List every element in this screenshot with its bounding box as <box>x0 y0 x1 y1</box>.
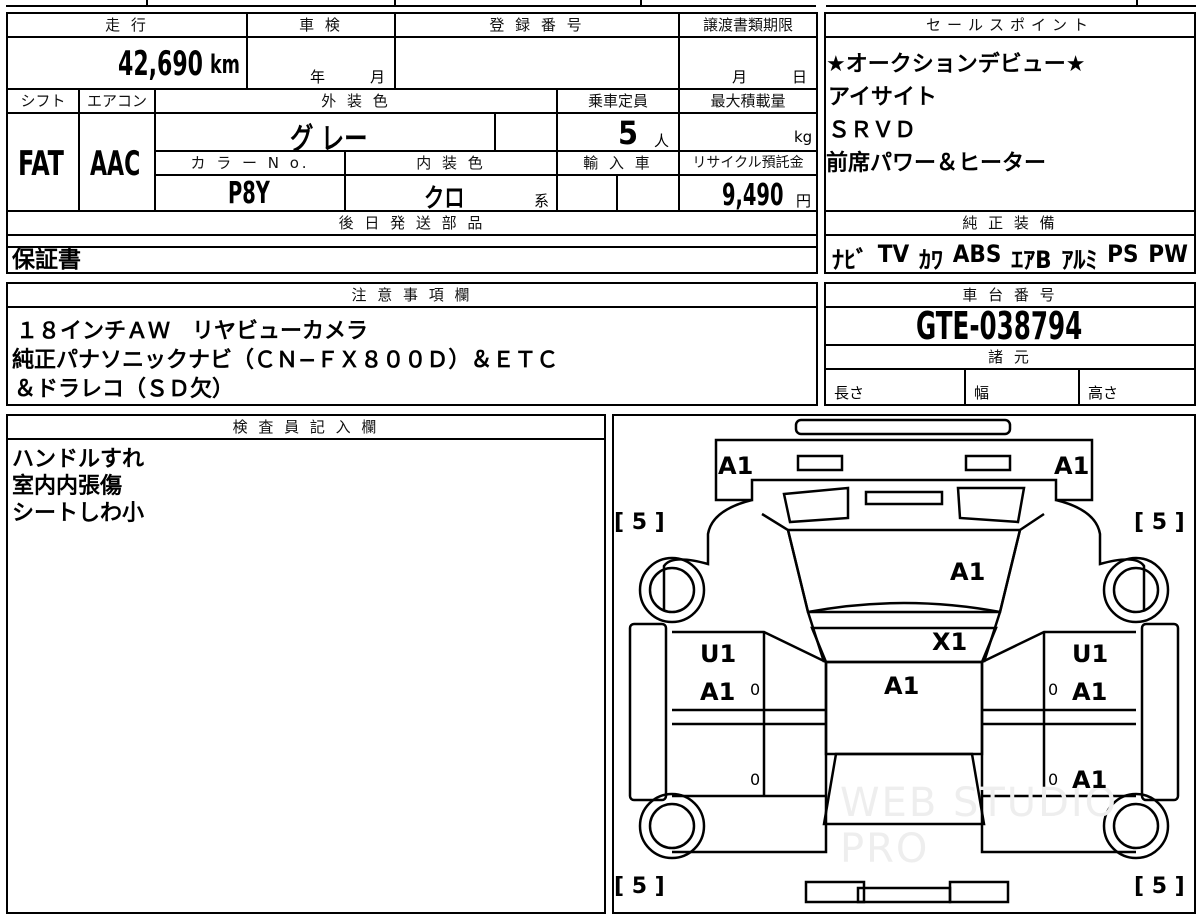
inspection-month-unit: 月 <box>370 68 386 86</box>
sales-point-item: アイサイト <box>828 85 937 110</box>
inspector-label: 検 査 員 記 入 欄 <box>232 418 380 436</box>
shift-label: シフト <box>20 92 66 110</box>
transfer-deadline-label: 譲渡書類期限 <box>702 16 793 34</box>
interior-color-value: クロ <box>424 184 465 214</box>
top-tick <box>394 0 396 7</box>
chassis-label: 車 台 番 号 <box>962 286 1058 304</box>
zero-mark: 0 <box>750 770 761 789</box>
mileage-unit: km <box>210 50 240 80</box>
inspection-year-unit: 年 <box>310 68 326 86</box>
capacity-unit: 人 <box>654 132 670 150</box>
top-rule-right <box>826 5 1196 7</box>
notes-line: ＆ドラレコ（ＳＤ欠） <box>14 377 235 402</box>
aircon-label: エアコン <box>86 92 147 110</box>
damage-mark-left-door: U1 <box>700 640 737 668</box>
grid-line <box>1078 368 1080 406</box>
damage-mark-windshield: X1 <box>932 628 968 656</box>
grid-line <box>824 36 1196 38</box>
grid-line <box>824 368 1196 370</box>
registration-label: 登 録 番 号 <box>489 16 585 34</box>
capacity-value: 5 <box>618 114 639 152</box>
genuine-equipment-label: 純 正 装 備 <box>962 214 1058 232</box>
grid-line <box>6 36 818 38</box>
grid-line <box>6 112 818 114</box>
specs-label: 諸 元 <box>988 348 1032 366</box>
aircon-value: AAC <box>90 144 141 184</box>
zero-mark: 0 <box>750 680 761 699</box>
tire-grade-rear-right: [ 5 ] <box>1134 874 1185 899</box>
top-tick <box>640 0 642 7</box>
grid-line <box>824 234 1196 236</box>
notes-label: 注 意 事 項 欄 <box>351 286 473 304</box>
mileage-value: 42,690 <box>118 44 203 84</box>
color-no-label: カ ラ ー N o. <box>190 154 310 172</box>
zero-mark: 0 <box>1048 770 1059 789</box>
zero-mark: 0 <box>1048 680 1059 699</box>
equipment-item: ｱﾙﾐ <box>1061 246 1098 274</box>
shift-value: FAT <box>18 144 64 184</box>
recycle-value: 9,490 <box>722 178 784 213</box>
notes-line: 純正パナソニックナビ（ＣＮ−ＦＸ８００Ｄ）＆ＥＴＣ <box>12 348 559 373</box>
equipment-item: ABS <box>952 240 1002 268</box>
interior-color-suffix: 系 <box>534 192 550 210</box>
sales-points-label: セールスポイント <box>925 16 1094 34</box>
transfer-month-unit: 月 <box>732 68 748 86</box>
tire-grade-front-left: [ 5 ] <box>614 510 665 535</box>
height-label: 高さ <box>1088 384 1119 402</box>
sales-point-item: 前席パワー＆ヒーター <box>826 151 1047 176</box>
damage-mark-right-rear-door: A1 <box>1072 766 1108 794</box>
top-tick <box>1136 0 1138 7</box>
damage-mark-front-left: A1 <box>718 452 754 480</box>
capacity-label: 乗車定員 <box>587 92 648 110</box>
inspector-line: シートしわ小 <box>12 501 145 526</box>
damage-mark-front-right: A1 <box>1054 452 1090 480</box>
inspection-label: 車 検 <box>299 16 343 34</box>
genuine-equipment-list: ﾅﾋﾞ TV ｶﾜ ABS ｴｱB ｱﾙﾐ PS PW <box>832 240 1188 275</box>
sales-point-item: ★オークションデビュー★ <box>826 52 1086 77</box>
top-rule <box>6 5 816 7</box>
later-parts-box <box>6 234 818 274</box>
chassis-value: GTE-038794 <box>916 304 1083 348</box>
max-load-label: 最大積載量 <box>710 92 786 110</box>
damage-mark-hood: A1 <box>950 558 986 586</box>
transfer-day-unit: 日 <box>792 68 808 86</box>
tire-grade-front-right: [ 5 ] <box>1134 510 1185 535</box>
equipment-item: ｶﾜ <box>918 246 943 274</box>
length-label: 長さ <box>834 384 865 402</box>
recycle-unit: 円 <box>796 192 812 210</box>
damage-mark-left-door: A1 <box>700 678 736 706</box>
notes-line: １８インチＡＷ リヤビューカメラ <box>16 319 369 344</box>
grid-line <box>6 306 818 308</box>
equipment-item: PW <box>1148 240 1188 268</box>
later-parts-label: 後 日 発 送 部 品 <box>338 214 486 232</box>
interior-color-label: 内 装 色 <box>416 154 486 172</box>
damage-mark-right-door: A1 <box>1072 678 1108 706</box>
sales-point-item: ＳＲＶＤ <box>828 118 917 143</box>
top-tick <box>146 0 148 7</box>
equipment-item: TV <box>877 240 910 268</box>
damage-mark-right-door: U1 <box>1072 640 1109 668</box>
watermark: WEB STUDIO PRO <box>840 780 1119 872</box>
grid-line <box>6 438 606 440</box>
grid-line <box>494 112 496 150</box>
max-load-unit: kg <box>794 128 813 146</box>
width-label: 幅 <box>974 384 990 402</box>
equipment-item: ﾅﾋﾞ <box>832 246 868 274</box>
color-no-value: P8Y <box>228 176 270 211</box>
grid-line <box>616 174 618 210</box>
grid-line <box>964 368 966 406</box>
damage-mark-roof: A1 <box>884 672 920 700</box>
equipment-item: PS <box>1107 240 1139 268</box>
recycle-label: リサイクル預託金 <box>692 155 804 171</box>
equipment-item: ｴｱB <box>1011 246 1052 274</box>
tire-grade-rear-left: [ 5 ] <box>614 874 665 899</box>
import-label: 輸 入 車 <box>583 154 653 172</box>
mileage-label: 走 行 <box>105 16 149 34</box>
exterior-color-label: 外 装 色 <box>321 92 391 110</box>
